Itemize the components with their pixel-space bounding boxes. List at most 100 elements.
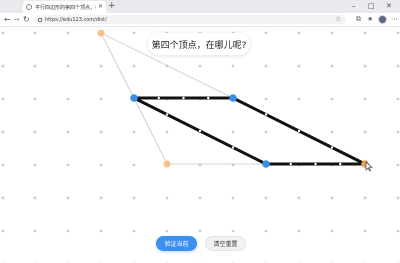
edge-tick [198,129,202,133]
grid-dot [297,97,301,101]
minimize-icon[interactable]: – [352,1,356,12]
grid-dot [363,229,367,233]
grid-dot [165,196,169,200]
grid-dot [33,130,37,134]
grid-dot [363,31,367,35]
grid-dot [1,130,5,134]
collections-icon[interactable]: ⧉ [356,15,361,24]
edge-tick [297,129,301,133]
favorite-icon[interactable]: ☆ [335,15,341,24]
favorites-bar-icon[interactable]: ★ [367,15,373,24]
grid-dot [396,97,400,101]
grid-dot [231,229,235,233]
tab-title: 平行四边形的第四个顶点，在哪儿？ [35,4,96,11]
grid-dot [330,130,334,134]
vertex-candidate[interactable] [163,160,171,168]
grid-dot [1,64,5,68]
grid-dot [66,196,70,200]
grid-dot [396,31,400,35]
grid-dot [165,130,169,134]
grid-dot [33,64,37,68]
url-text: https://edu123.com/dist/ [45,16,107,23]
maximize-icon[interactable]: □ [368,1,375,12]
parallelogram-board[interactable] [0,27,400,263]
grid-dot [396,196,400,200]
grid-dot [396,130,400,134]
grid-dot [66,97,70,101]
grid-dot [99,97,103,101]
grid-dot [33,163,37,167]
clear-button[interactable]: 清空重置 [205,236,246,251]
vertex-b[interactable] [229,94,237,102]
grid-dot [396,64,400,68]
grid-dot [198,64,202,68]
grid-dot [1,163,5,167]
mouse-cursor-icon [365,161,373,172]
vertex-a[interactable] [130,94,138,102]
grid-dot [297,64,301,68]
window-close-icon[interactable]: ✕ [386,1,392,12]
grid-dot [330,31,334,35]
grid-dot [330,229,334,233]
grid-dot [264,97,268,101]
grid-dot [264,196,268,200]
grid-dot [231,196,235,200]
grid-dot [132,229,136,233]
grid-dot [363,130,367,134]
grid-dot [264,64,268,68]
grid-dot [99,163,103,167]
favicon-icon [26,4,32,10]
grid-dot [165,229,169,233]
grid-dot [396,163,400,167]
grid-dot [231,130,235,134]
forward-icon[interactable]: → [13,14,20,25]
profile-avatar[interactable] [378,15,387,24]
url-field[interactable]: https://edu123.com/dist/ [34,15,346,24]
grid-dot [99,64,103,68]
edge-tick [339,162,342,166]
edge-tick [330,146,334,149]
browser-tab[interactable]: 平行四边形的第四个顶点，在哪儿？ ✕ [23,1,106,13]
grid-dot [363,97,367,101]
grid-dot [99,229,103,233]
vertex-c[interactable] [262,160,270,168]
grid-dot [99,130,103,134]
grid-dot [99,196,103,200]
grid-dot [33,196,37,200]
vertex-candidate[interactable] [97,29,105,37]
edge-tick [207,96,210,100]
grid-dot [330,64,334,68]
grid-dot [1,31,5,35]
grid-dot [33,229,37,233]
grid-dot [1,196,5,200]
geometry-canvas[interactable] [0,27,400,263]
grid-dot [231,64,235,68]
edge-tick [289,162,292,166]
edge-tick [165,113,169,116]
more-icon[interactable]: ⋯ [391,13,398,26]
refresh-icon[interactable]: ↻ [23,14,30,25]
grid-dot [132,130,136,134]
grid-dot [33,31,37,35]
grid-dot [297,229,301,233]
browser-tab-bar: 平行四边形的第四个顶点，在哪儿？ ✕ + – □ ✕ [0,0,400,14]
grid-dot [66,163,70,167]
grid-dot [66,229,70,233]
grid-dot [264,229,268,233]
question-prompt: 第四个顶点，在哪儿呢? [148,33,250,55]
grid-dot [1,97,5,101]
grid-dot [1,229,5,233]
close-icon[interactable]: ✕ [98,4,103,10]
grid-dot [66,31,70,35]
grid-dot [132,64,136,68]
grid-dot [396,229,400,233]
verify-button[interactable]: 验证当前 [156,236,197,251]
edge-tick [157,96,160,100]
edge-tick [264,113,268,116]
edge-tick [231,146,235,149]
back-icon[interactable]: ← [4,14,11,25]
grid-dot [363,64,367,68]
new-tab-icon[interactable]: + [108,1,116,12]
grid-dot [198,229,202,233]
edge-tick [314,162,317,166]
